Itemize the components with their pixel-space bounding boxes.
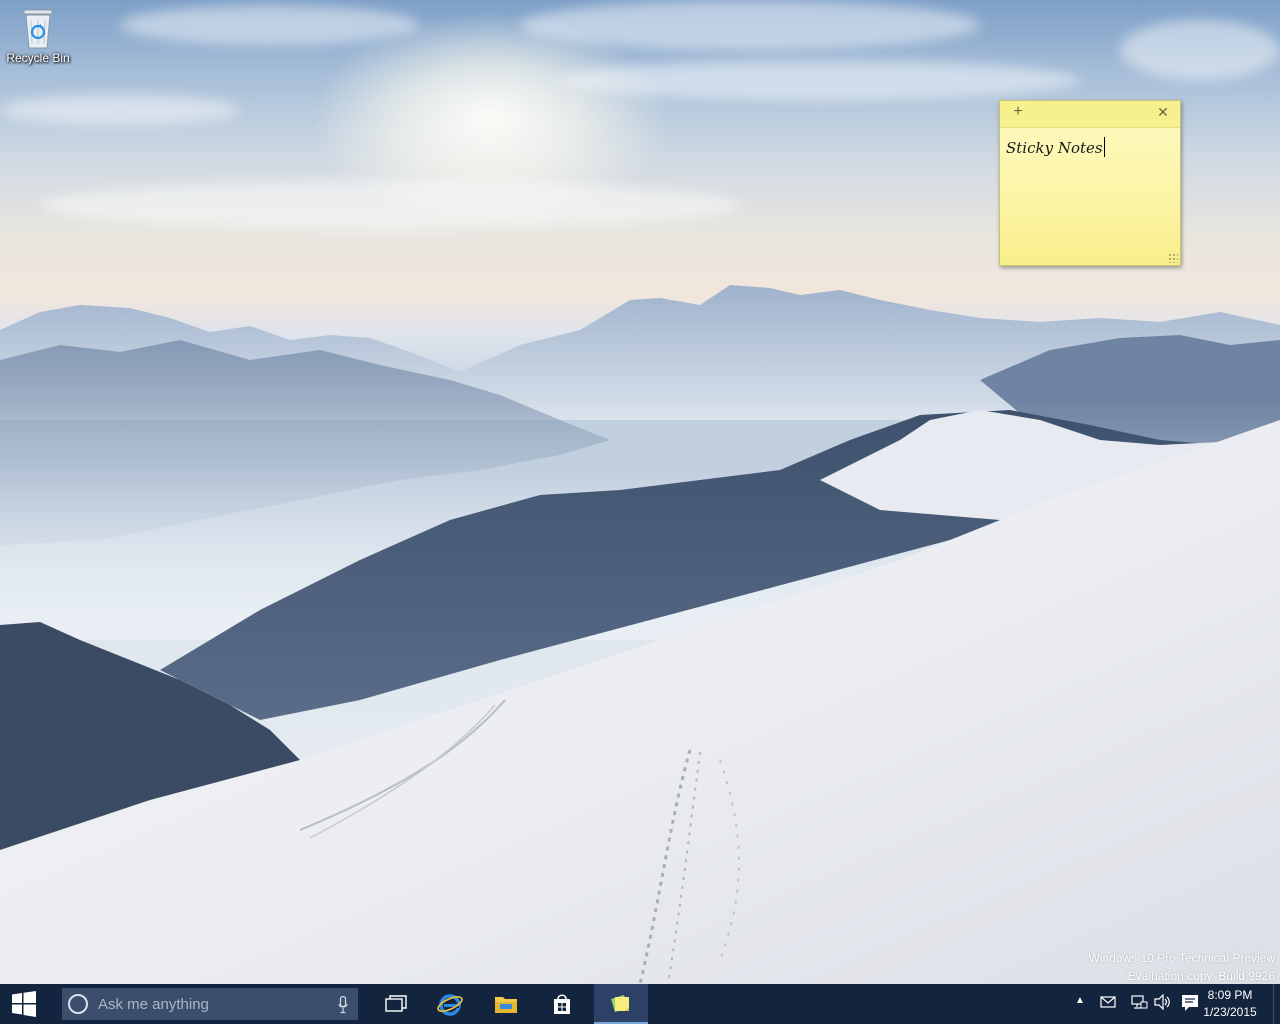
network-icon[interactable] <box>1130 994 1148 1012</box>
watermark-line-2: Evaluation copy. Build 9926 <box>1127 969 1275 983</box>
recycle-bin-label: Recycle Bin <box>6 51 70 65</box>
resize-grip[interactable] <box>1168 253 1178 263</box>
system-tray: ▲ 8:09 PM 1/23/2015 <box>0 984 1280 1024</box>
sticky-note-window[interactable]: + ✕ Sticky Notes <box>999 100 1181 266</box>
action-center-icon[interactable] <box>1181 994 1199 1012</box>
watermark-line-1: Windows 10 Pro Technical Preview <box>1088 951 1275 965</box>
volume-icon[interactable] <box>1154 994 1172 1010</box>
taskbar: ▲ 8:09 PM 1/23/2015 <box>0 984 1280 1024</box>
sticky-note-text[interactable]: Sticky Notes <box>1006 137 1105 157</box>
close-icon[interactable]: ✕ <box>1155 104 1171 120</box>
mail-icon[interactable] <box>1100 994 1116 1010</box>
plus-icon[interactable]: + <box>1010 104 1026 120</box>
show-hidden-icon[interactable]: ▲ <box>1075 995 1085 1006</box>
clock-date: 1/23/2015 <box>1203 1005 1257 1019</box>
evaluation-watermark: Windows 10 Pro Technical Preview Evaluat… <box>1088 949 1275 984</box>
clock[interactable]: 8:09 PM 1/23/2015 <box>1200 987 1260 1021</box>
text-caret <box>1103 137 1105 157</box>
sticky-note-content: Sticky Notes <box>1006 139 1103 157</box>
sticky-note-header[interactable]: + ✕ <box>1000 101 1180 128</box>
clock-time: 8:09 PM <box>1207 988 1253 1002</box>
show-desktop-button[interactable] <box>1273 984 1280 1024</box>
recycle-bin-shortcut[interactable]: Recycle Bin <box>4 4 72 74</box>
desktop: Recycle Bin + ✕ Sticky Notes Windows 10 … <box>0 0 1280 984</box>
recycle-bin-icon <box>23 9 53 49</box>
